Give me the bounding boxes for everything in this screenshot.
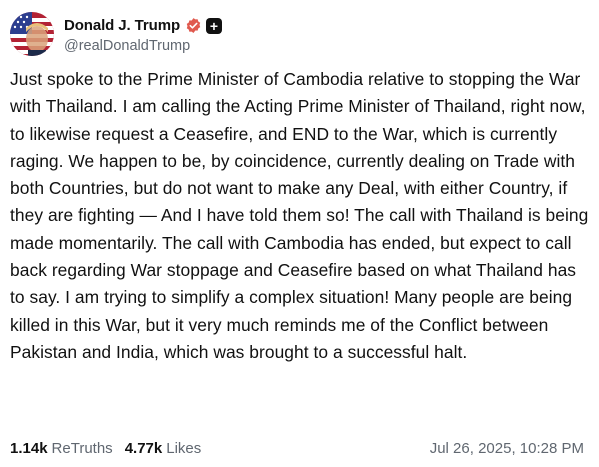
post-text: Just spoke to the Prime Minister of Camb…	[10, 69, 589, 362]
handle[interactable]: @realDonaldTrump	[64, 38, 222, 54]
retruths-stat[interactable]: 1.14k ReTruths	[10, 440, 113, 457]
retruths-label: ReTruths	[51, 440, 113, 457]
likes-count: 4.77k	[124, 440, 163, 457]
post-timestamp[interactable]: Jul 26, 2025, 10:28 PM	[430, 440, 584, 457]
likes-stat[interactable]: 4.77k Likes	[125, 440, 202, 457]
truth-post: Donald J. Trump + @realDonaldTrump Just …	[0, 0, 599, 467]
likes-label: Likes	[166, 440, 202, 457]
avatar[interactable]	[10, 12, 54, 56]
post-header: Donald J. Trump + @realDonaldTrump	[10, 12, 223, 56]
display-name[interactable]: Donald J. Trump	[64, 17, 180, 34]
retruths-count: 1.14k	[10, 440, 48, 457]
post-footer: 1.14k ReTruths 4.77k Likes Jul 26, 2025,…	[10, 440, 584, 457]
verified-badge-icon	[185, 17, 202, 34]
author-names: Donald J. Trump + @realDonaldTrump	[64, 15, 223, 54]
plus-badge-icon: +	[206, 17, 223, 34]
name-row: Donald J. Trump +	[64, 15, 223, 37]
profile-avatar-icon	[10, 12, 54, 56]
